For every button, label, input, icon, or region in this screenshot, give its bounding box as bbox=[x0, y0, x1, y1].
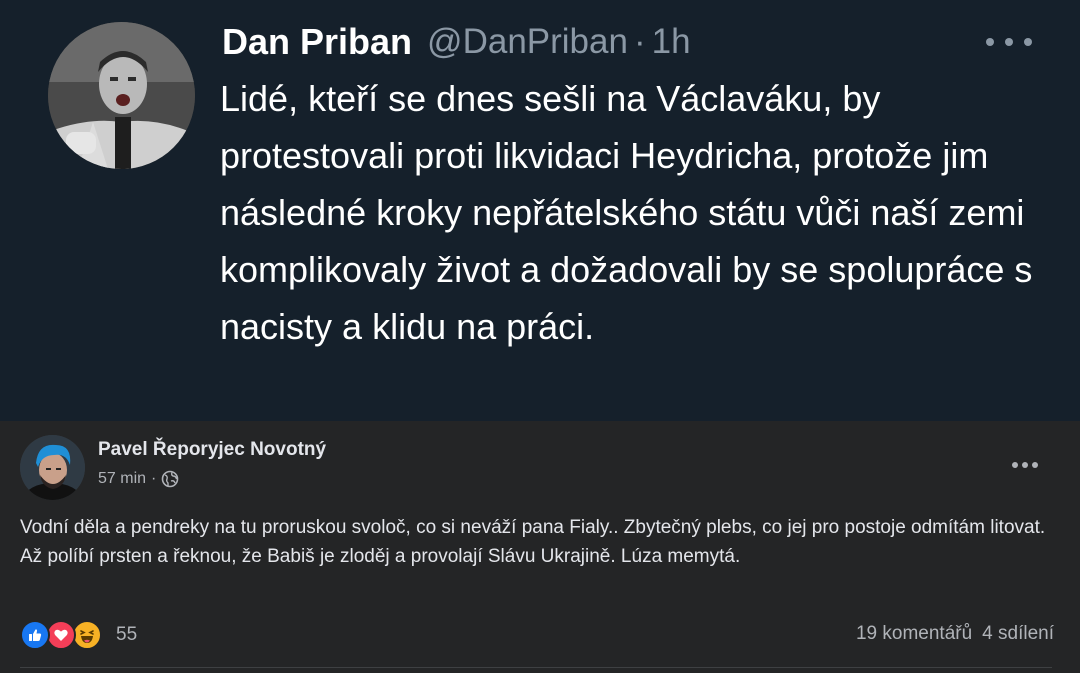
reaction-summary[interactable]: 55 bbox=[20, 619, 137, 651]
like-reaction-icon bbox=[20, 620, 50, 650]
post-engagement-stats: 19 komentářů 4 sdílení bbox=[856, 623, 1054, 645]
thumbs-up-icon bbox=[29, 629, 42, 641]
shares-count-link[interactable]: 4 sdílení bbox=[982, 623, 1054, 645]
profile-photo-icon bbox=[20, 435, 85, 500]
dot-icon bbox=[986, 38, 994, 46]
post-meta: 57 min · bbox=[98, 470, 179, 488]
haha-reaction-icon bbox=[72, 620, 102, 650]
globe-icon[interactable] bbox=[161, 470, 179, 488]
post-more-options-icon[interactable] bbox=[1012, 461, 1038, 469]
comments-count-link[interactable]: 19 komentářů bbox=[856, 623, 972, 645]
dot-icon bbox=[1022, 462, 1028, 468]
heart-icon bbox=[54, 629, 68, 641]
reaction-count[interactable]: 55 bbox=[116, 624, 137, 646]
post-divider bbox=[20, 667, 1052, 668]
dot-icon bbox=[1024, 38, 1032, 46]
dot-icon bbox=[1005, 38, 1013, 46]
post-text: Vodní děla a pendreky na tu proruskou sv… bbox=[20, 517, 1046, 567]
love-reaction-icon bbox=[46, 620, 76, 650]
tweet-timestamp[interactable]: 1h bbox=[652, 22, 691, 62]
tweet-separator: · bbox=[633, 22, 646, 61]
dot-icon bbox=[1012, 462, 1018, 468]
screenshot-composite: Dan Priban @DanPriban · 1h Lidé, kteří s… bbox=[0, 0, 1080, 673]
meta-separator: · bbox=[151, 470, 157, 487]
facebook-post-card: Pavel Řeporyjec Novotný 57 min · Vodní d… bbox=[0, 421, 1080, 673]
laughing-face-icon bbox=[80, 630, 94, 643]
tweet-author-handle[interactable]: @DanPriban bbox=[427, 22, 628, 62]
post-author-avatar[interactable] bbox=[20, 435, 85, 500]
tweet-author-avatar[interactable] bbox=[48, 22, 195, 169]
tweet-author-name[interactable]: Dan Priban bbox=[222, 21, 412, 63]
profile-photo-icon bbox=[48, 22, 195, 169]
tweet-card: Dan Priban @DanPriban · 1h Lidé, kteří s… bbox=[0, 0, 1080, 421]
tweet-header: Dan Priban @DanPriban · 1h bbox=[222, 20, 691, 64]
post-timestamp[interactable]: 57 min bbox=[98, 470, 146, 488]
tweet-more-options-icon[interactable] bbox=[986, 34, 1032, 50]
dot-icon bbox=[1032, 462, 1038, 468]
post-author-name[interactable]: Pavel Řeporyjec Novotný bbox=[98, 439, 326, 461]
tweet-text: Lidé, kteří se dnes sešli na Václaváku, … bbox=[220, 78, 1033, 347]
